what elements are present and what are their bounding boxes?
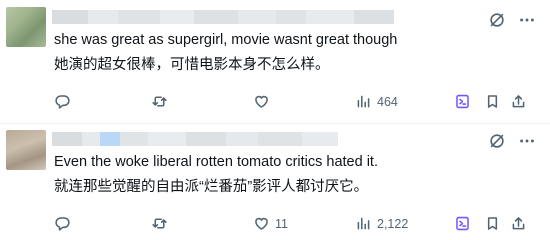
reply-icon (55, 217, 70, 231)
avatar[interactable] (6, 130, 46, 170)
tweet-text-chinese: 她演的超女很棒，可惜电影本身不怎么样。 (54, 57, 330, 73)
views-button[interactable]: 464 (355, 93, 398, 110)
avatar[interactable] (6, 7, 46, 47)
retweet-icon (152, 96, 167, 107)
reply-feed: she was great as supergirl, movie wasnt … (0, 0, 550, 240)
bookmark-button[interactable] (484, 93, 501, 110)
more-icon[interactable] (518, 11, 536, 29)
like-button[interactable]: 11 (253, 215, 288, 232)
like-icon (255, 217, 268, 230)
views-icon (357, 217, 370, 230)
grok-action-button[interactable] (454, 93, 471, 110)
action-bar: 11 2,122 (0, 215, 550, 235)
tweet[interactable]: Even the woke liberal rotten tomato crit… (0, 123, 550, 240)
bookmark-icon (487, 217, 498, 230)
reply-button[interactable] (54, 93, 76, 110)
like-button[interactable] (253, 93, 275, 110)
grok-icon[interactable] (488, 132, 506, 150)
like-icon (255, 95, 268, 108)
grok-icon[interactable] (488, 11, 506, 29)
retweet-button[interactable] (151, 215, 173, 232)
grok-action-icon (456, 94, 469, 109)
bookmark-button[interactable] (484, 215, 501, 232)
reply-icon (55, 95, 70, 109)
share-icon (512, 95, 525, 108)
grok-action-icon (456, 216, 469, 231)
tweet-text-chinese: 就连那些觉醒的自由派“烂番茄”影评人都讨厌它。 (54, 179, 369, 195)
tweet-text-english: she was great as supergirl, movie wasnt … (54, 32, 398, 48)
more-icon[interactable] (518, 132, 536, 150)
share-button[interactable] (510, 93, 527, 110)
views-count: 2,122 (377, 216, 409, 231)
views-icon (357, 95, 370, 108)
like-count: 11 (275, 216, 288, 231)
views-button[interactable]: 2,122 (355, 215, 408, 232)
grok-action-button[interactable] (454, 215, 471, 232)
redacted-username (52, 132, 338, 146)
views-count: 464 (377, 94, 398, 109)
bookmark-icon (487, 95, 498, 108)
retweet-button[interactable] (151, 93, 173, 110)
retweet-icon (152, 218, 167, 229)
redacted-username (52, 10, 394, 24)
reply-button[interactable] (54, 215, 76, 232)
share-icon (512, 217, 525, 230)
tweet[interactable]: she was great as supergirl, movie wasnt … (0, 0, 550, 123)
share-button[interactable] (510, 215, 527, 232)
tweet-text-english: Even the woke liberal rotten tomato crit… (54, 154, 378, 170)
action-bar: 464 (0, 93, 550, 113)
